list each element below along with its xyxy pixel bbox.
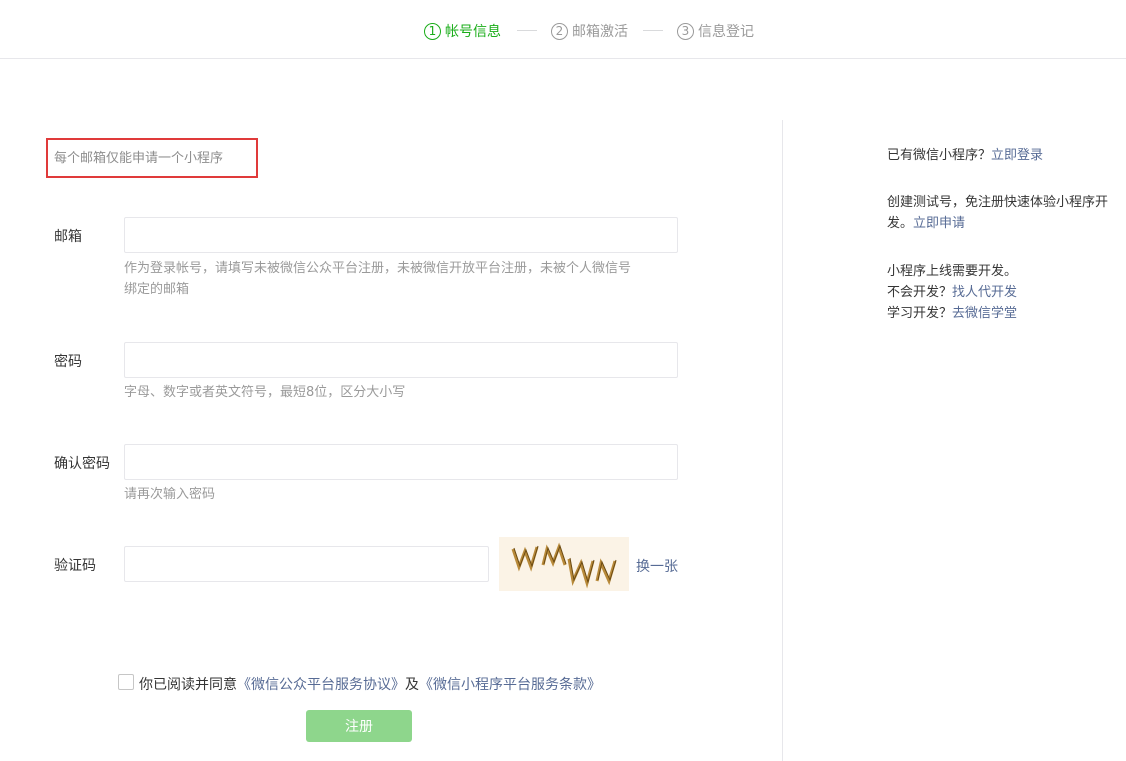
learn-line: 学习开发？去微信学堂 — [887, 303, 1017, 324]
dev-title: 小程序上线需要开发。 — [887, 264, 1018, 279]
password-input[interactable] — [124, 342, 678, 378]
dev-help-line: 不会开发？找人代开发 — [887, 282, 1017, 303]
captcha-image[interactable] — [499, 537, 629, 591]
email-hint: 作为登录帐号，请填写未被微信公众平台注册，未被微信开放平台注册，未被个人微信号 … — [124, 258, 631, 300]
step-label-email-activation: 邮箱激活 — [572, 24, 628, 40]
login-link[interactable]: 立即登录 — [991, 148, 1043, 163]
register-button[interactable]: 注册 — [306, 710, 412, 742]
email-label: 邮箱 — [54, 229, 82, 245]
password-hint: 字母、数字或者英文符号，最短8位，区分大小写 — [124, 385, 406, 400]
find-developer-link[interactable]: 找人代开发 — [952, 285, 1017, 300]
registration-steps: 1 帐号信息 2 邮箱激活 3 信息登记 — [0, 0, 1126, 59]
learn-prompt: 学习开发？ — [887, 306, 953, 321]
step-account-info: 1 帐号信息 — [424, 21, 501, 41]
captcha-input[interactable] — [124, 546, 489, 582]
agreement-prefix: 你已阅读并同意 — [139, 677, 237, 693]
captcha-image-graphic — [511, 542, 617, 589]
column-divider — [782, 120, 783, 761]
step-label-account-info: 帐号信息 — [445, 24, 501, 40]
captcha-label: 验证码 — [54, 558, 96, 574]
confirm-password-label: 确认密码 — [54, 456, 110, 472]
password-label: 密码 — [54, 354, 82, 370]
dev-prompt: 不会开发？ — [887, 285, 953, 300]
email-hint-line: 作为登录帐号，请填写未被微信公众平台注册，未被微信开放平台注册，未被个人微信号 — [124, 261, 632, 276]
sidebar-development: 小程序上线需要开发。 不会开发？找人代开发 学习开发？去微信学堂 — [887, 261, 1017, 324]
step-email-activation: 2 邮箱激活 — [551, 21, 628, 41]
test-account-line: 发。立即申请 — [887, 213, 1108, 234]
step-number-2: 2 — [551, 22, 568, 40]
agreement-and: 及 — [405, 677, 419, 693]
step-info-registration: 3 信息登记 — [677, 21, 754, 41]
agreement-checkbox[interactable] — [118, 674, 134, 690]
sidebar-login: 已有微信小程序？立即登录 — [887, 145, 1043, 166]
miniprogram-terms-link[interactable]: 《微信小程序平台服务条款》 — [419, 677, 601, 693]
test-account-suffix: 发。 — [887, 216, 914, 231]
captcha-refresh-link[interactable]: 换一张 — [636, 556, 678, 576]
step-label-info-registration: 信息登记 — [698, 24, 754, 40]
sidebar-test-account: 创建测试号，免注册快速体验小程序开 发。立即申请 — [887, 192, 1108, 234]
confirm-password-input[interactable] — [124, 444, 678, 480]
step-number-3: 3 — [677, 22, 694, 40]
service-agreement-link[interactable]: 《微信公众平台服务协议》 — [237, 677, 405, 693]
step-connector — [643, 30, 663, 31]
agreement-text: 你已阅读并同意《微信公众平台服务协议》及《微信小程序平台服务条款》 — [139, 674, 601, 694]
confirm-password-hint: 请再次输入密码 — [124, 487, 216, 502]
email-hint-line: 绑定的邮箱 — [124, 282, 190, 297]
notice-text: 每个邮箱仅能申请一个小程序 — [54, 151, 224, 166]
step-connector — [517, 30, 537, 31]
email-input[interactable] — [124, 217, 678, 253]
wechat-academy-link[interactable]: 去微信学堂 — [952, 306, 1017, 321]
apply-test-link[interactable]: 立即申请 — [913, 216, 965, 231]
step-number-1: 1 — [424, 22, 441, 40]
test-account-line: 创建测试号，免注册快速体验小程序开 — [887, 195, 1109, 210]
login-prompt: 已有微信小程序？ — [887, 148, 992, 163]
